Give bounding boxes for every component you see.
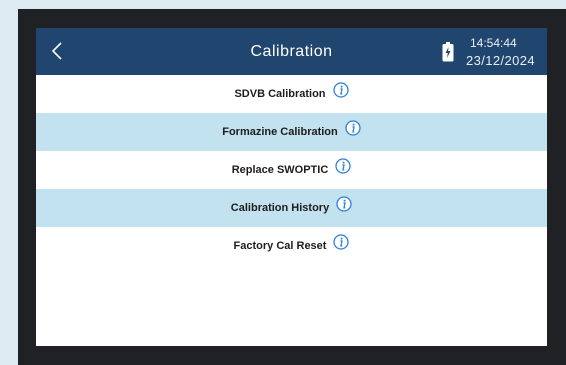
menu-item-label: Formazine Calibration [222,126,338,138]
header-bar: Calibration 14:54:44 23/12/2024 [36,28,547,75]
back-button[interactable] [44,36,70,66]
clock-time: 14:54:44 [470,36,517,50]
info-icon[interactable] [345,120,361,136]
battery-charging-icon [442,42,454,62]
menu-item-label: Factory Cal Reset [233,240,327,252]
chevron-left-icon [51,42,62,60]
clock-date: 23/12/2024 [466,53,536,68]
menu-item-label: SDVB Calibration [234,88,326,100]
menu-item-sdvb-calibration[interactable]: SDVB Calibration [36,75,547,113]
device-screen: Calibration 14:54:44 23/12/2024 SDVB Cal… [36,28,547,346]
menu-item-formazine-calibration[interactable]: Formazine Calibration [36,113,547,151]
calibration-menu: SDVB Calibration Formazine Calibration R… [36,75,547,265]
menu-item-calibration-history[interactable]: Calibration History [36,189,547,227]
menu-item-factory-cal-reset[interactable]: Factory Cal Reset [36,227,547,265]
info-icon[interactable] [333,234,350,250]
clock: 14:54:44 23/12/2024 [466,34,546,70]
info-icon[interactable] [335,158,351,174]
menu-item-label: Calibration History [230,202,330,214]
info-icon[interactable] [332,82,349,98]
info-icon[interactable] [336,196,352,212]
menu-item-replace-swoptic[interactable]: Replace SWOPTIC [36,151,547,189]
menu-item-label: Replace SWOPTIC [231,164,329,176]
